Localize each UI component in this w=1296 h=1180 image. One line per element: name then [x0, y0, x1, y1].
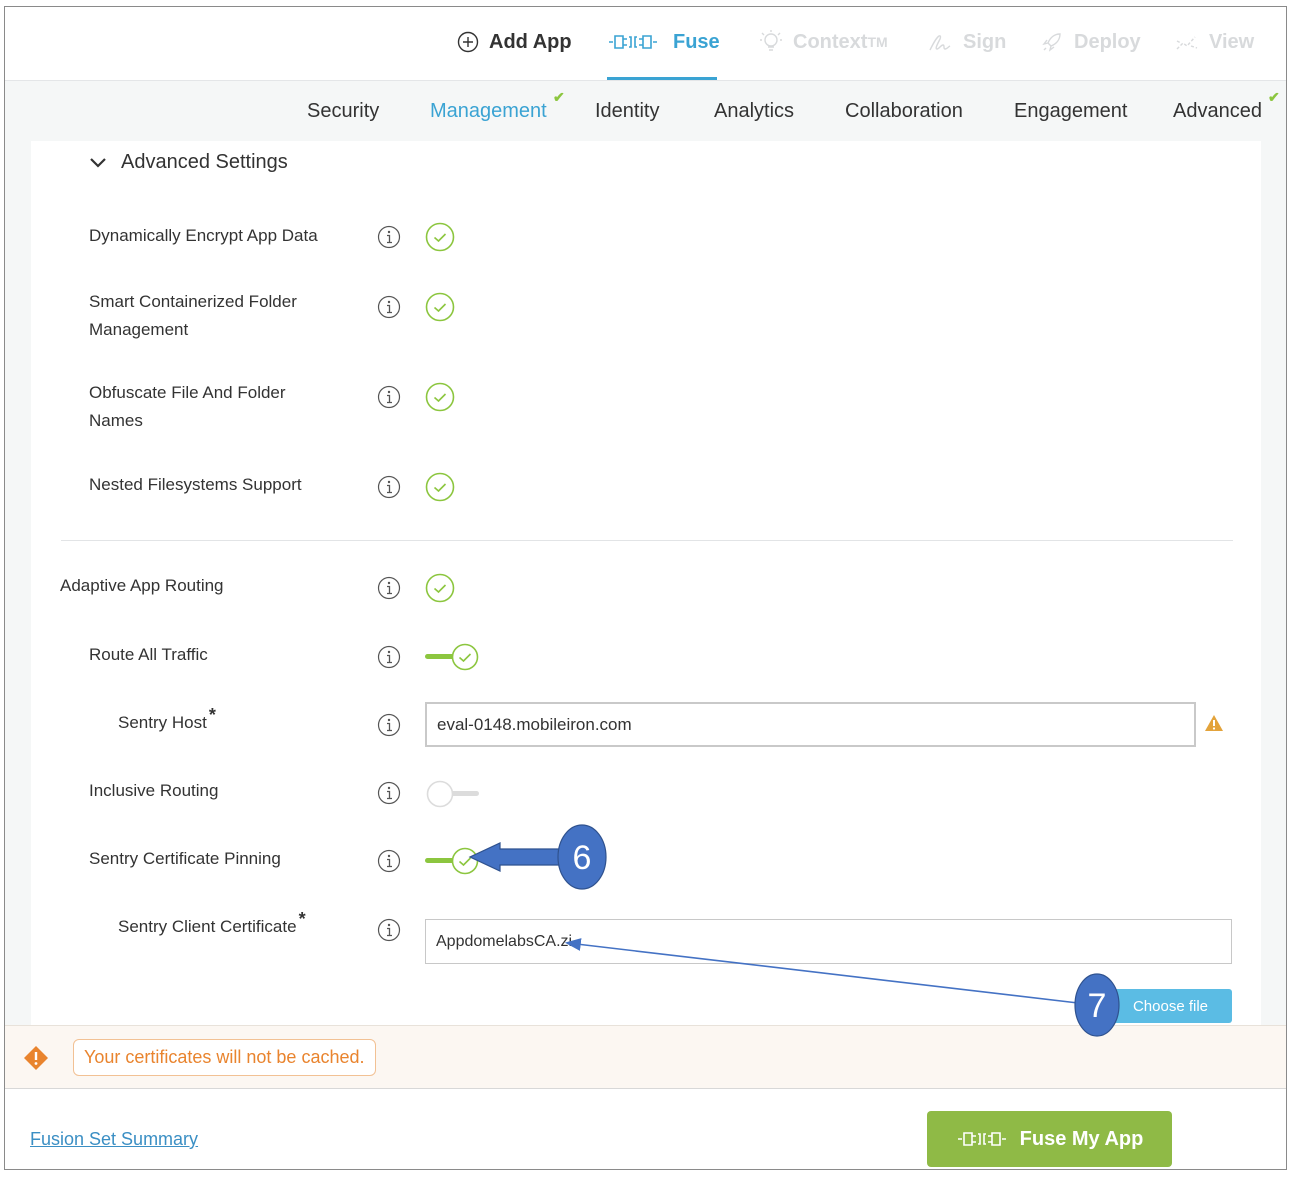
info-icon[interactable]	[377, 475, 401, 499]
tab-management[interactable]: Management	[430, 100, 547, 123]
required-star: *	[208, 705, 216, 726]
info-icon[interactable]	[377, 385, 401, 409]
client-cert-label-text: Sentry Client Certificate	[118, 917, 297, 936]
certificate-warning-message: Your certificates will not be cached.	[73, 1039, 376, 1076]
client-cert-input[interactable]: AppdomelabsCA.zi	[425, 919, 1232, 964]
chart-icon	[1176, 36, 1198, 50]
route-all-toggle[interactable]	[425, 642, 481, 672]
plug-icon	[957, 1132, 1006, 1146]
signature-icon	[929, 35, 951, 51]
info-icon[interactable]	[377, 576, 401, 600]
info-icon[interactable]	[377, 849, 401, 873]
option-label-line: Management	[89, 320, 189, 339]
steps-bar: Add App Fuse Context TM Sign Deploy View	[5, 7, 1286, 81]
plus-circle-icon	[457, 31, 479, 53]
adaptive-routing-label: Adaptive App Routing	[60, 576, 224, 595]
option-label-line: Obfuscate File And Folder	[89, 383, 286, 402]
tab-advanced[interactable]: Advanced	[1173, 100, 1262, 123]
tab-collaboration[interactable]: Collaboration	[845, 100, 963, 123]
tab-management-check-icon: ✔	[553, 89, 565, 105]
tab-identity[interactable]: Identity	[595, 100, 659, 123]
chevron-down-icon	[90, 157, 106, 168]
route-all-label: Route All Traffic	[89, 645, 208, 664]
step-label: Sign	[963, 30, 1007, 53]
step-label: Fuse	[673, 30, 720, 53]
info-icon[interactable]	[377, 645, 401, 669]
step-label: Deploy	[1074, 30, 1141, 53]
inclusive-routing-label: Inclusive Routing	[89, 781, 219, 800]
info-icon[interactable]	[377, 295, 401, 319]
advanced-settings-title: Advanced Settings	[121, 151, 288, 173]
step-fuse[interactable]: Fuse	[607, 27, 720, 57]
certificate-warning-bar: Your certificates will not be cached.	[5, 1025, 1286, 1089]
inclusive-routing-toggle[interactable]	[425, 779, 481, 809]
sentry-host-input[interactable]: eval-0148.mobileiron.com	[425, 702, 1196, 747]
step-deploy[interactable]: Deploy	[1040, 27, 1141, 57]
client-cert-label: Sentry Client Certificate *	[118, 910, 306, 941]
check-circle-icon[interactable]	[425, 222, 455, 252]
tab-engagement[interactable]: Engagement	[1014, 100, 1127, 123]
rocket-icon	[1042, 33, 1061, 52]
tab-analytics[interactable]: Analytics	[714, 100, 794, 123]
category-tabs: Security Management ✔ Identity Analytics…	[5, 81, 1286, 141]
option-label: Nested Filesystems Support	[89, 475, 302, 494]
step-label: View	[1209, 30, 1255, 53]
info-icon[interactable]	[377, 713, 401, 737]
cert-pinning-toggle[interactable]	[425, 846, 481, 876]
trademark-sup: TM	[867, 34, 888, 50]
step-label: Add App	[489, 30, 572, 53]
advanced-settings-toggle[interactable]: Advanced Settings	[89, 151, 288, 174]
tab-advanced-check-icon: ✔	[1268, 89, 1280, 105]
info-icon[interactable]	[377, 918, 401, 942]
footer: Fusion Set Summary Fuse My App	[5, 1089, 1286, 1169]
sentry-host-label: Sentry Host *	[118, 706, 216, 737]
option-label: Smart Containerized Folder Management	[89, 288, 297, 344]
alert-diamond-icon	[24, 1046, 48, 1070]
check-circle-icon[interactable]	[425, 292, 455, 322]
section-divider	[61, 540, 1233, 541]
check-circle-icon[interactable]	[425, 573, 455, 603]
required-star: *	[298, 909, 306, 930]
fuse-my-app-label: Fuse My App	[1019, 1127, 1144, 1150]
tab-security[interactable]: Security	[307, 100, 379, 123]
step-label: Context	[793, 30, 868, 53]
fusion-set-summary-link[interactable]: Fusion Set Summary	[30, 1129, 198, 1150]
plug-icon	[609, 35, 657, 49]
warning-triangle-icon	[1205, 715, 1223, 731]
option-label: Dynamically Encrypt App Data	[89, 226, 318, 245]
fuse-my-app-button[interactable]: Fuse My App	[927, 1111, 1172, 1167]
info-icon[interactable]	[377, 781, 401, 805]
lightbulb-icon	[760, 30, 782, 51]
option-label-line: Names	[89, 411, 143, 430]
info-icon[interactable]	[377, 225, 401, 249]
app-window: Add App Fuse Context TM Sign Deploy View …	[4, 6, 1287, 1170]
sentry-host-label-text: Sentry Host	[118, 713, 207, 732]
choose-file-button[interactable]: Choose file	[1109, 989, 1232, 1023]
active-step-underline	[607, 77, 717, 80]
check-circle-icon[interactable]	[425, 382, 455, 412]
check-circle-icon[interactable]	[425, 472, 455, 502]
step-context[interactable]: Context TM	[759, 27, 888, 57]
option-label: Obfuscate File And Folder Names	[89, 379, 286, 435]
step-sign[interactable]: Sign	[927, 27, 1006, 57]
option-label-line: Smart Containerized Folder	[89, 292, 297, 311]
step-view[interactable]: View	[1175, 27, 1254, 57]
step-add-app[interactable]: Add App	[457, 27, 572, 57]
cert-pinning-label: Sentry Certificate Pinning	[89, 849, 281, 868]
